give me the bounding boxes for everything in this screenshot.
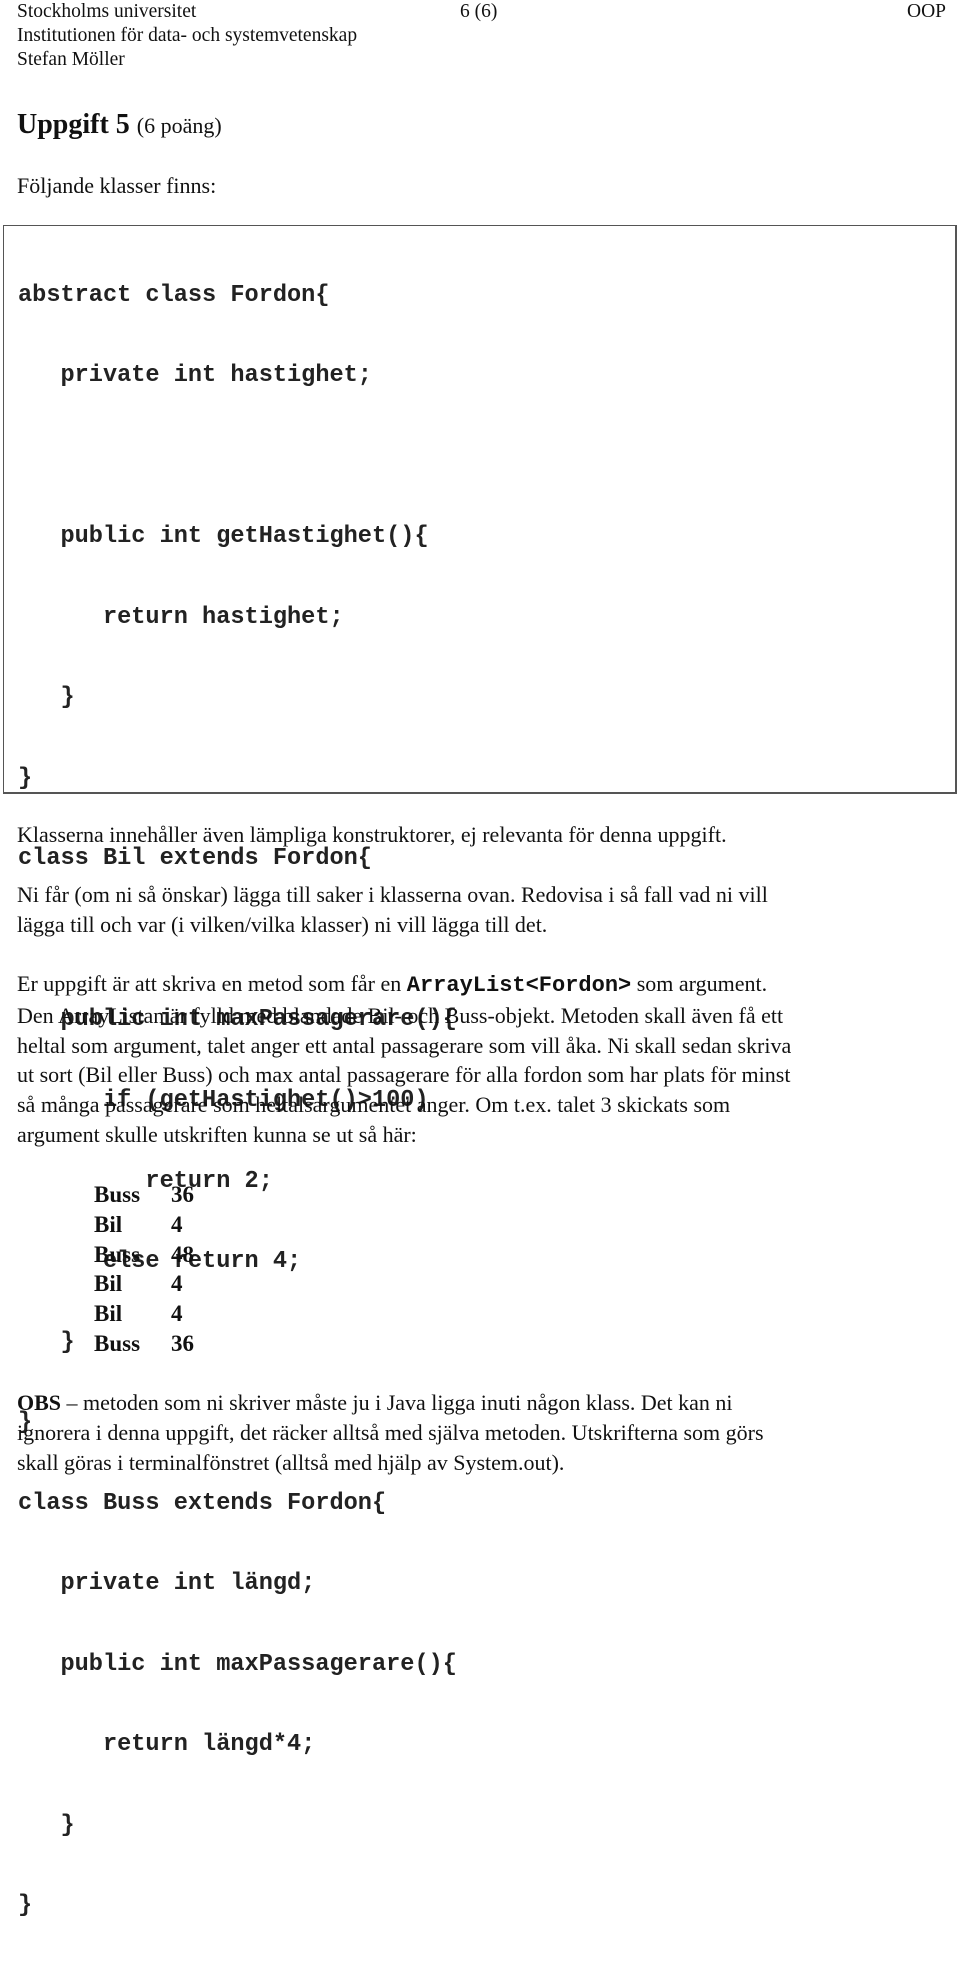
output-row: Buss 36 — [94, 1180, 194, 1210]
paragraph-line: OBS – metoden som ni skriver måste ju i … — [17, 1388, 764, 1418]
paragraph-constructors: Klasserna innehåller även lämpliga konst… — [17, 820, 947, 850]
vehicle-kind: Bil — [94, 1301, 123, 1327]
header-university: Stockholms universitet — [17, 1, 197, 22]
output-row: Bil 4 — [94, 1210, 194, 1240]
inline-code: ArrayList<Fordon> — [406, 973, 632, 998]
passenger-count: 4 — [171, 1271, 183, 1297]
paragraph-line: skall göras i terminalfönstret (alltså m… — [17, 1449, 565, 1475]
paragraph-line: Er uppgift är att skriva en metod som få… — [17, 969, 947, 1001]
obs-note: OBS – metoden som ni skriver måste ju i … — [17, 1388, 764, 1477]
paragraph-line: Ni får (om ni så önskar) lägga till sake… — [17, 882, 768, 907]
vehicle-kind: Bil — [94, 1271, 123, 1297]
code-line: abstract class Fordon{ — [18, 281, 330, 309]
code-line: } — [18, 684, 75, 712]
paragraph-line: lägga till och var (i vilken/vilka klass… — [17, 911, 548, 937]
code-line: } — [18, 1328, 75, 1356]
vehicle-kind: Bil — [94, 1211, 123, 1237]
paragraph-task-description: Er uppgift är att skriva en metod som få… — [17, 969, 947, 1150]
paragraph-line: ut sort (Bil eller Buss) och max antal p… — [17, 1062, 791, 1088]
code-line: return hastighet; — [18, 603, 344, 631]
obs-label: OBS — [17, 1390, 62, 1415]
task-points: (6 poäng) — [136, 113, 222, 138]
vehicle-kind: Buss — [94, 1330, 141, 1356]
output-row: Buss 48 — [94, 1240, 194, 1270]
paragraph-line: så många passagerare som heltalsargument… — [17, 1092, 731, 1118]
header-author: Stefan Möller — [17, 49, 125, 70]
course-code: OOP — [906, 1, 946, 22]
vehicle-kind: Buss — [94, 1182, 141, 1207]
header-department: Institutionen för data- och systemvetens… — [17, 25, 358, 46]
text-segment: som argument. — [631, 971, 768, 996]
paragraph-additions: Ni får (om ni så önskar) lägga till sake… — [17, 880, 947, 940]
code-line: } — [18, 1811, 75, 1839]
code-line: return längd*4; — [18, 1731, 316, 1759]
code-listing-box: abstract class Fordon{ private int hasti… — [3, 225, 957, 1919]
vehicle-kind: Buss — [94, 1241, 141, 1267]
task-title-text: Uppgift 5 — [17, 109, 130, 140]
code-line: public int maxPassagerare(){ — [18, 1650, 457, 1678]
code-line: class Buss extends Fordon{ — [18, 1489, 387, 1517]
output-row: Buss 36 — [94, 1329, 194, 1359]
paragraph-line: argument skulle utskriften kunna se ut s… — [17, 1121, 417, 1147]
code-line: private int hastighet; — [18, 362, 372, 390]
output-row: Bil 4 — [94, 1269, 194, 1299]
code-line: } — [18, 764, 33, 792]
paragraph-line: heltal som argument, talet anger ett ant… — [17, 1032, 792, 1058]
code-line: public int getHastighet(){ — [18, 523, 429, 551]
code-line: } — [18, 1892, 33, 1920]
example-output: Buss 36 Bil 4 Buss 48 Bil 4 Bil 4 Buss 36 — [94, 1180, 194, 1359]
paragraph-line: Den ArrayListan är fylld med blandade Bi… — [17, 1002, 784, 1028]
passenger-count: 4 — [171, 1211, 183, 1237]
paragraph-line: ignorera i denna uppgift, det räcker all… — [17, 1419, 764, 1445]
code-line: class Bil extends Fordon{ — [18, 845, 372, 873]
paragraph-line: Klasserna innehåller även lämpliga konst… — [17, 822, 727, 847]
code-line: return 2; — [18, 1167, 273, 1195]
passenger-count: 4 — [171, 1301, 183, 1327]
code-line: private int längd; — [18, 1570, 316, 1598]
passenger-count: 36 — [171, 1330, 194, 1356]
task-intro: Följande klasser finns: — [17, 173, 217, 198]
text-segment: Er uppgift är att skriva en metod som få… — [17, 971, 407, 996]
passenger-count: 36 — [171, 1182, 194, 1207]
text-segment: – metoden som ni skriver måste ju i Java… — [61, 1390, 733, 1415]
page-number: 6 (6) — [460, 1, 498, 22]
header-institution: Stockholms universitet Institutionen för… — [17, 0, 357, 72]
passenger-count: 48 — [171, 1241, 194, 1267]
code-line: else return 4; — [18, 1248, 302, 1276]
task-title: Uppgift 5 (6 poäng) — [17, 108, 222, 143]
output-row: Bil 4 — [94, 1299, 194, 1329]
